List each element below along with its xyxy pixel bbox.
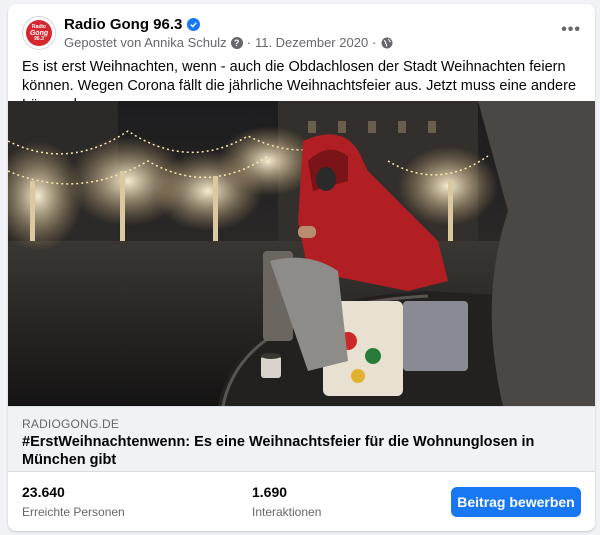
interactions-stat: 1.690 Interaktionen	[252, 484, 321, 519]
globe-icon	[381, 37, 393, 48]
radio-gong-logo: Radio Gong 96.3	[26, 20, 52, 46]
more-options-icon[interactable]: •••	[561, 21, 581, 39]
reach-label: Erreichte Personen	[22, 505, 125, 519]
meta-separator: ·	[372, 35, 377, 50]
help-icon[interactable]: ?	[230, 36, 243, 49]
verified-badge-icon	[187, 18, 201, 31]
post-meta: Gepostet von Annika Schulz ? · 11. Dezem…	[64, 35, 393, 50]
post-insights: 23.640 Erreichte Personen 1.690 Interakt…	[8, 472, 595, 531]
page-name-link[interactable]: Radio Gong 96.3	[64, 16, 182, 33]
page-avatar[interactable]: Radio Gong 96.3	[22, 16, 56, 50]
link-preview[interactable]: RADIOGONG.DE #ErstWeihnachtenwenn: Es ei…	[8, 406, 595, 472]
promote-post-button[interactable]: Beitrag bewerben	[451, 487, 581, 517]
logo-text-bottom: 96.3	[34, 35, 44, 42]
post-date[interactable]: 11. Dezember 2020	[255, 35, 368, 50]
reach-stat: 23.640 Erreichte Personen	[22, 484, 125, 519]
post-image[interactable]	[8, 101, 595, 406]
page-name-row: Radio Gong 96.3	[64, 16, 201, 33]
post-header: Radio Gong 96.3 Radio Gong 96.3 Gepostet…	[8, 4, 595, 56]
posted-by: Gepostet von Annika Schulz	[64, 35, 227, 50]
reach-value: 23.640	[22, 484, 65, 500]
meta-separator: ·	[246, 35, 251, 50]
link-title[interactable]: #ErstWeihnachtenwenn: Es eine Weihnachts…	[22, 433, 577, 469]
interactions-label: Interaktionen	[252, 505, 322, 519]
interactions-value: 1.690	[252, 484, 288, 500]
post-card: Radio Gong 96.3 Radio Gong 96.3 Gepostet…	[8, 4, 595, 531]
link-domain: RADIOGONG.DE	[22, 417, 120, 431]
